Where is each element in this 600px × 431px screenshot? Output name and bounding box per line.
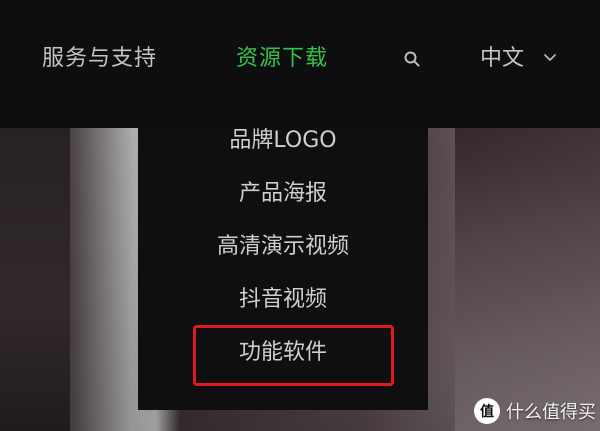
search-icon[interactable] xyxy=(403,50,421,68)
watermark-logo: 值 xyxy=(474,398,500,424)
nav-resources-download[interactable]: 资源下载 xyxy=(236,40,328,72)
menu-item-brand-logo-label[interactable]: 品牌LOGO xyxy=(138,128,428,154)
language-label: 中文 xyxy=(480,46,525,71)
nav-service-support[interactable]: 服务与支持 xyxy=(42,40,157,72)
highlight-annotation-box xyxy=(193,325,394,386)
menu-item-douyin-video[interactable]: 抖音视频 xyxy=(138,287,428,313)
language-selector[interactable]: 中文 xyxy=(480,40,556,72)
watermark: 值 什么值得买 xyxy=(474,397,596,425)
top-navbar: 服务与支持 资源下载 中文 xyxy=(0,0,600,128)
chevron-down-icon xyxy=(542,46,558,62)
watermark-text: 什么值得买 xyxy=(506,402,596,423)
menu-item-product-poster[interactable]: 产品海报 xyxy=(138,181,428,207)
menu-item-hd-demo-video[interactable]: 高清演示视频 xyxy=(138,234,428,260)
